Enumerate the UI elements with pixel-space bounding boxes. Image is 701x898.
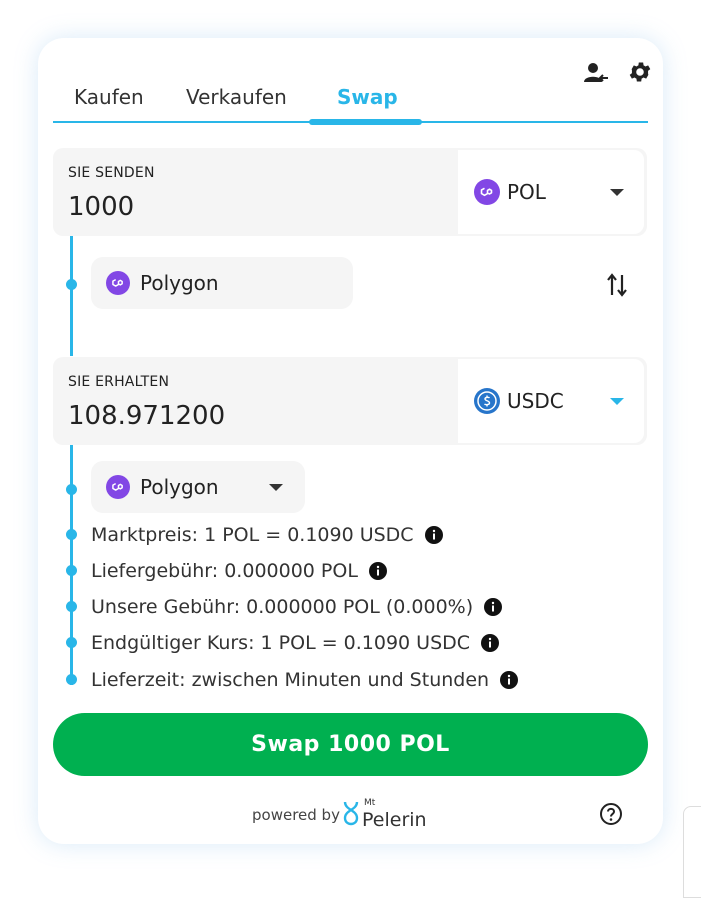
user-switch-icon[interactable] <box>583 61 609 85</box>
info-icon[interactable] <box>480 633 500 653</box>
our-fee-text: Unsere Gebühr: 0.000000 POL (0.000%) <box>91 596 474 618</box>
swap-button[interactable]: Swap 1000 POL <box>53 713 648 776</box>
timeline-dot <box>66 637 77 648</box>
market-price-text: Marktpreis: 1 POL = 0.1090 USDC <box>91 524 414 546</box>
info-icon[interactable] <box>424 525 444 545</box>
timeline-dot <box>66 674 77 685</box>
brand-top: Mt <box>364 798 376 808</box>
final-rate-row: Endgültiger Kurs: 1 POL = 0.1090 USDC <box>91 631 500 655</box>
info-icon[interactable] <box>368 561 388 581</box>
timeline-dot <box>66 484 77 495</box>
receive-network-select[interactable]: Polygon <box>91 461 305 513</box>
delivery-time-row: Lieferzeit: zwischen Minuten und Stunden <box>91 668 519 692</box>
chevron-down-icon <box>610 398 624 405</box>
chevron-down-icon <box>269 484 283 491</box>
receive-field: SIE ERHALTEN 108.971200 USDC <box>53 357 647 445</box>
delivery-fee-text: Liefergebühr: 0.000000 POL <box>91 560 358 582</box>
swap-direction-icon[interactable] <box>605 271 629 299</box>
timeline-dot <box>66 601 77 612</box>
pelerin-logo-icon <box>343 801 359 826</box>
background-panel-edge <box>683 806 701 898</box>
tab-active-indicator <box>309 119 422 125</box>
help-icon[interactable] <box>599 802 623 826</box>
mt-pelerin-logo[interactable]: Mt Pelerin <box>341 798 427 832</box>
receive-label: SIE ERHALTEN <box>68 374 170 390</box>
powered-by-label: powered by <box>252 806 340 824</box>
our-fee-row: Unsere Gebühr: 0.000000 POL (0.000%) <box>91 595 503 619</box>
gear-icon[interactable] <box>627 59 653 85</box>
send-amount-input[interactable]: 1000 <box>68 192 134 222</box>
polygon-icon <box>474 179 500 205</box>
timeline-line <box>70 236 73 356</box>
usdc-icon <box>474 388 500 414</box>
timeline-dot <box>66 279 77 290</box>
info-icon[interactable] <box>499 670 519 690</box>
delivery-time-text: Lieferzeit: zwischen Minuten und Stunden <box>91 669 490 691</box>
timeline-dot <box>66 529 77 540</box>
send-currency-select[interactable]: POL <box>458 150 644 234</box>
send-label: SIE SENDEN <box>68 165 155 181</box>
send-field: SIE SENDEN 1000 POL <box>53 148 647 236</box>
send-network-chip: Polygon <box>91 257 353 309</box>
tab-verkaufen[interactable]: Verkaufen <box>186 85 287 109</box>
receive-currency-select[interactable]: USDC <box>458 359 644 443</box>
polygon-icon <box>106 475 130 499</box>
send-currency-label: POL <box>507 180 546 204</box>
swap-widget: Kaufen Verkaufen Swap SIE SENDEN 1000 PO… <box>38 38 663 844</box>
delivery-fee-row: Liefergebühr: 0.000000 POL <box>91 559 388 583</box>
polygon-icon <box>106 271 130 295</box>
final-rate-text: Endgültiger Kurs: 1 POL = 0.1090 USDC <box>91 632 471 654</box>
info-icon[interactable] <box>483 597 503 617</box>
market-price-row: Marktpreis: 1 POL = 0.1090 USDC <box>91 523 444 547</box>
tab-kaufen[interactable]: Kaufen <box>74 85 144 109</box>
receive-network-label: Polygon <box>140 475 219 499</box>
footer: powered by Mt Pelerin <box>38 798 663 838</box>
receive-amount: 108.971200 <box>68 401 226 431</box>
send-network-label: Polygon <box>140 271 219 295</box>
chevron-down-icon <box>610 189 624 196</box>
timeline-dot <box>66 565 77 576</box>
tab-bar: Kaufen Verkaufen Swap <box>38 38 663 128</box>
receive-currency-label: USDC <box>507 389 564 413</box>
brand-name: Pelerin <box>362 809 427 831</box>
tab-swap[interactable]: Swap <box>337 85 398 109</box>
